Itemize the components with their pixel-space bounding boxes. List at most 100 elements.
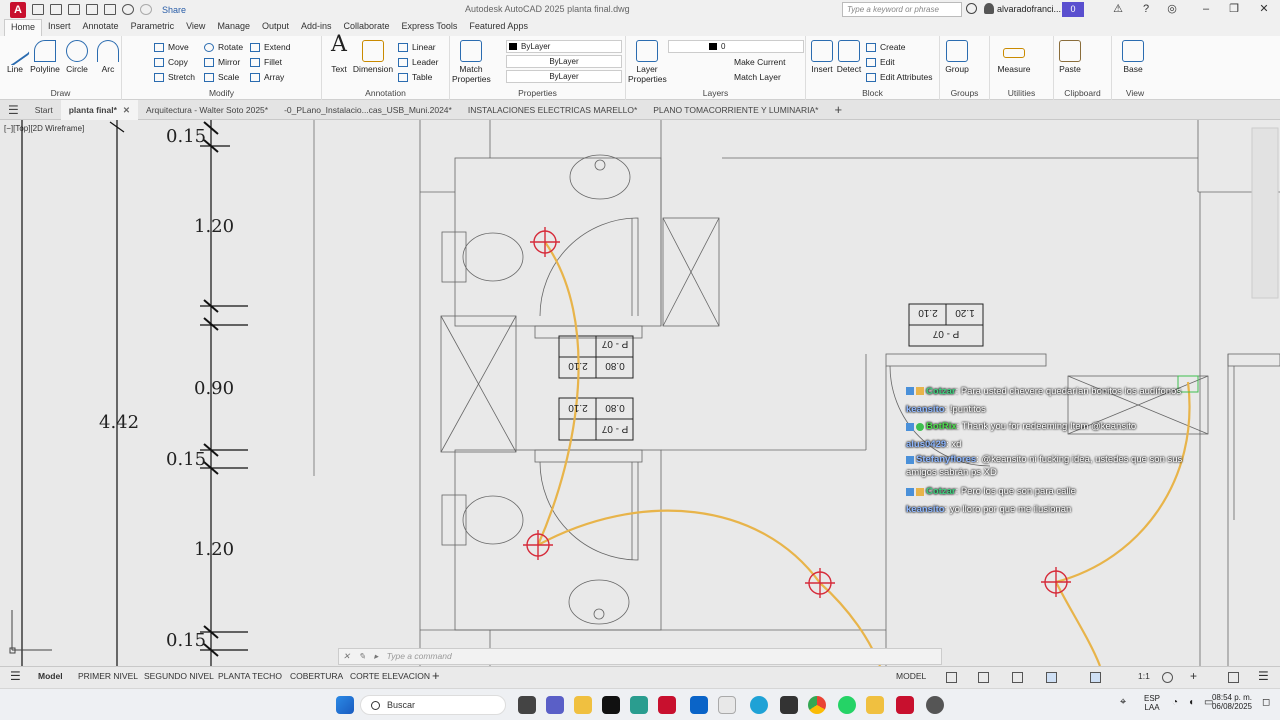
- taskbar-search[interactable]: Buscar: [360, 695, 506, 715]
- outlook-icon[interactable]: [690, 696, 708, 714]
- plus-icon[interactable]: +: [1190, 669, 1197, 683]
- layout-menu-icon[interactable]: ☰: [10, 669, 21, 683]
- teams-icon[interactable]: [546, 696, 564, 714]
- language-indicator[interactable]: ESP LAA: [1144, 694, 1160, 712]
- panel-title-view[interactable]: View: [1112, 88, 1158, 98]
- undo-icon[interactable]: [122, 4, 134, 15]
- maximize-icon[interactable]: ❐: [1224, 2, 1244, 17]
- help-search-input[interactable]: Type a keyword or phrase: [842, 2, 962, 17]
- help-icon[interactable]: ?: [1136, 2, 1156, 17]
- match-layer-button[interactable]: Match Layer: [734, 70, 781, 84]
- array-button[interactable]: Array: [250, 70, 284, 84]
- annotation-scale[interactable]: 1:1: [1138, 671, 1150, 681]
- menu-icon[interactable]: ☰: [0, 100, 27, 120]
- copy-button[interactable]: Copy: [154, 55, 188, 69]
- panel-title-layers[interactable]: Layers: [626, 88, 805, 98]
- panel-title-utilities[interactable]: Utilities: [990, 88, 1053, 98]
- detect-tool[interactable]: Detect: [836, 40, 862, 74]
- open-file-icon[interactable]: [50, 4, 62, 15]
- edit-block-button[interactable]: Edit: [866, 55, 895, 69]
- doc-tab-start[interactable]: Start: [27, 100, 61, 120]
- task-view-icon[interactable]: [518, 696, 536, 714]
- table-button[interactable]: Table: [398, 70, 432, 84]
- autocad-taskbar-icon[interactable]: [658, 696, 676, 714]
- windows-start-icon[interactable]: [336, 696, 354, 714]
- lineweight-dropdown[interactable]: ByLayer: [506, 70, 622, 83]
- layer-properties-tool[interactable]: Layer Properties: [628, 40, 667, 84]
- add-layout-icon[interactable]: +: [432, 668, 440, 683]
- share-button[interactable]: Share: [162, 5, 186, 15]
- ortho-icon[interactable]: [1012, 672, 1023, 683]
- polyline-tool[interactable]: Polyline: [28, 40, 62, 74]
- leader-button[interactable]: Leader: [398, 55, 438, 69]
- tab-view[interactable]: View: [180, 19, 211, 36]
- color-dropdown[interactable]: ByLayer: [506, 40, 622, 53]
- tab-annotate[interactable]: Annotate: [77, 19, 125, 36]
- tab-parametric[interactable]: Parametric: [125, 19, 181, 36]
- close-icon[interactable]: ✕: [1254, 2, 1274, 17]
- search-icon[interactable]: [966, 3, 977, 14]
- panel-title-draw[interactable]: Draw: [0, 88, 121, 98]
- autocad-logo-icon[interactable]: A: [10, 1, 26, 18]
- new-tab-icon[interactable]: +: [826, 100, 850, 120]
- edit-attributes-button[interactable]: Edit Attributes: [866, 70, 932, 84]
- tiktok-icon[interactable]: [602, 696, 620, 714]
- web-icon[interactable]: ◎: [1162, 2, 1182, 17]
- panel-title-block[interactable]: Block: [806, 88, 939, 98]
- panel-title-properties[interactable]: Properties: [450, 88, 625, 98]
- layout-tab-cobertura[interactable]: COBERTURA: [290, 671, 343, 681]
- customize-status-icon[interactable]: ☰: [1258, 669, 1269, 683]
- store-icon[interactable]: [718, 696, 736, 714]
- extend-button[interactable]: Extend: [250, 40, 290, 54]
- model-space-toggle[interactable]: MODEL: [896, 671, 926, 681]
- notifications-icon[interactable]: ◻: [1262, 697, 1270, 708]
- drawing-canvas[interactable]: [−][Top][2D Wireframe] 0.15 1.20 0.90 0.…: [0, 120, 1280, 666]
- match-properties-tool[interactable]: Match Properties: [452, 40, 491, 84]
- layer-dropdown[interactable]: 0: [668, 40, 804, 53]
- redo-icon[interactable]: [140, 4, 152, 15]
- folder-icon[interactable]: [866, 696, 884, 714]
- doc-tab-plano-instalaciones[interactable]: -0_PLano_Instalacio...cas_USB_Muni.2024*: [276, 100, 460, 120]
- app-icon[interactable]: [926, 696, 944, 714]
- layout-tab-segundo-nivel[interactable]: SEGUNDO NIVEL: [144, 671, 214, 681]
- user-icon[interactable]: [984, 3, 994, 14]
- layout-tab-primer-nivel[interactable]: PRIMER NIVEL: [78, 671, 138, 681]
- tab-home[interactable]: Home: [4, 19, 43, 36]
- grid-icon[interactable]: [946, 672, 957, 683]
- circle-tool[interactable]: Circle: [64, 40, 90, 74]
- panel-title-clipboard[interactable]: Clipboard: [1054, 88, 1111, 98]
- file-explorer-icon[interactable]: [574, 696, 592, 714]
- polar-icon[interactable]: [1046, 672, 1057, 683]
- command-input[interactable]: Type a command: [387, 651, 452, 661]
- move-button[interactable]: Move: [154, 40, 189, 54]
- measure-tool[interactable]: Measure: [994, 40, 1034, 74]
- base-tool[interactable]: Base: [1120, 40, 1146, 74]
- wifi-icon[interactable]: ◔: [1172, 697, 1178, 708]
- close-tab-icon[interactable]: ✕: [123, 105, 130, 115]
- close-command-icon[interactable]: ✕: [343, 651, 350, 661]
- cart-icon[interactable]: ⚠: [1108, 2, 1128, 17]
- scale-button[interactable]: Scale: [204, 70, 239, 84]
- arc-tool[interactable]: Arc: [96, 40, 120, 74]
- rotate-button[interactable]: Rotate: [204, 40, 243, 54]
- paste-tool[interactable]: Paste: [1058, 40, 1082, 74]
- insert-tool[interactable]: Insert: [810, 40, 834, 74]
- save-icon[interactable]: [68, 4, 80, 15]
- make-current-button[interactable]: Make Current: [734, 55, 786, 69]
- fullscreen-icon[interactable]: [1228, 672, 1239, 683]
- mirror-button[interactable]: Mirror: [204, 55, 240, 69]
- volume-icon[interactable]: ◖: [1188, 697, 1194, 708]
- tab-output[interactable]: Output: [256, 19, 295, 36]
- doc-tab-instalaciones-electricas[interactable]: INSTALACIONES ELECTRICAS MARELLO*: [460, 100, 645, 120]
- recent-commands-icon[interactable]: ▸: [374, 651, 378, 661]
- edge-icon[interactable]: [750, 696, 768, 714]
- plot-icon[interactable]: [104, 4, 116, 15]
- new-file-icon[interactable]: [32, 4, 44, 15]
- user-name[interactable]: alvaradofranci...: [997, 4, 1061, 14]
- linetype-dropdown[interactable]: ByLayer: [506, 55, 622, 68]
- workspace-gear-icon[interactable]: [1162, 672, 1173, 683]
- annotation-visibility-icon[interactable]: [1090, 672, 1101, 683]
- doc-tab-arquitectura[interactable]: Arquitectura - Walter Soto 2025*: [138, 100, 276, 120]
- tab-express-tools[interactable]: Express Tools: [396, 19, 464, 36]
- tab-featured-apps[interactable]: Featured Apps: [463, 19, 534, 36]
